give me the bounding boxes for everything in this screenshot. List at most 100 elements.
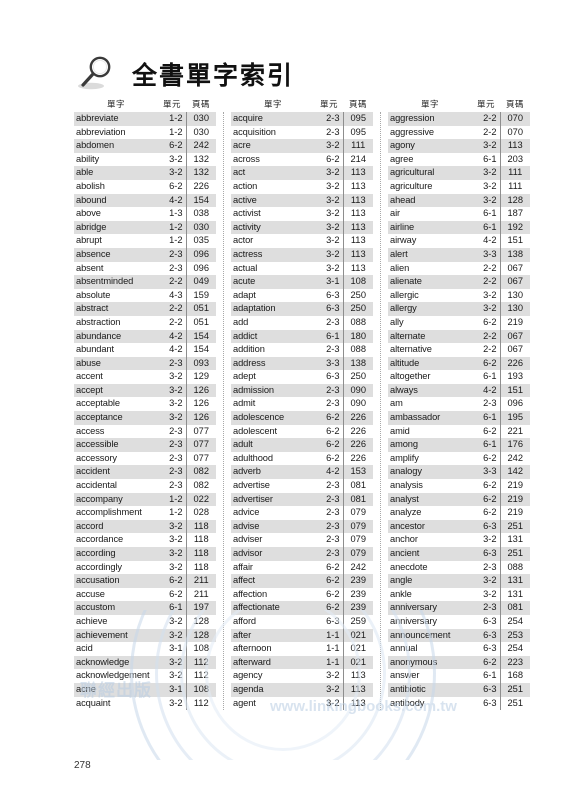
page-header: 全書單字索引 [74, 52, 294, 98]
index-row-page: 113 [343, 247, 373, 262]
index-row-page: 154 [186, 193, 216, 208]
index-row: airline 6-1 192 [388, 220, 530, 235]
index-row: adverb 4-2 153 [231, 465, 373, 480]
index-row-word: able [74, 166, 158, 180]
index-row-unit: 2-3 [158, 451, 187, 466]
index-row-page: 079 [343, 547, 373, 561]
index-row: announcement 6-3 253 [388, 628, 530, 643]
index-row: accordingly 3-2 118 [74, 560, 216, 575]
index-row: anniversary 2-3 081 [388, 601, 530, 615]
index-row-page: 070 [500, 112, 530, 126]
index-row: antibiotic 6-3 251 [388, 682, 530, 697]
index-row-page: 154 [186, 343, 216, 357]
index-row-unit: 4-2 [158, 343, 187, 357]
index-row: abdomen 6-2 242 [74, 139, 216, 153]
index-row: access 2-3 077 [74, 424, 216, 439]
index-row: accent 3-2 129 [74, 370, 216, 384]
index-row: ancestor 6-3 251 [388, 519, 530, 534]
index-row-page: 132 [186, 152, 216, 167]
index-row-word: acknowledgement [74, 669, 158, 683]
index-row-unit: 6-3 [315, 288, 344, 303]
index-row: analyze 6-2 219 [388, 506, 530, 520]
index-row-unit: 2-3 [158, 424, 187, 439]
index-row-page: 226 [343, 451, 373, 466]
index-row: acknowledge 3-2 112 [74, 655, 216, 670]
index-row-word: antibody [388, 696, 472, 711]
index-row: anniversary 6-3 254 [388, 614, 530, 629]
index-row: actor 3-2 113 [231, 234, 373, 248]
index-row-page: 067 [500, 261, 530, 276]
index-table: 單字 單元 頁碼 aggression 2-2 070 aggressive 2-2 07… [388, 98, 530, 711]
index-row-page: 203 [500, 152, 530, 167]
index-row-unit: 3-2 [158, 655, 187, 670]
index-row: absence 2-3 096 [74, 247, 216, 262]
index-row: abstraction 2-2 051 [74, 315, 216, 330]
index-row: action 3-2 113 [231, 179, 373, 194]
index-column-3: 單字 單元 頁碼 aggression 2-2 070 aggressive 2-2 07… [388, 98, 530, 711]
index-row: activist 3-2 113 [231, 207, 373, 221]
index-row-page: 226 [343, 424, 373, 439]
index-row-unit: 2-3 [315, 397, 344, 412]
index-row-unit: 3-2 [472, 574, 501, 588]
index-row-page: 096 [500, 397, 530, 412]
index-row-word: abstract [74, 302, 158, 316]
index-row-unit: 3-2 [158, 547, 187, 561]
index-row-unit: 6-3 [472, 628, 501, 643]
index-row-word: adviser [231, 533, 315, 547]
index-row-word: accidental [74, 479, 158, 493]
index-row-word: ankle [388, 587, 472, 602]
index-row-unit: 2-3 [315, 383, 344, 398]
index-row: accident 2-3 082 [74, 465, 216, 480]
index-row-page: 096 [186, 247, 216, 262]
index-row-page: 118 [186, 547, 216, 561]
index-row-unit: 2-3 [315, 125, 344, 140]
index-row-unit: 3-2 [158, 152, 187, 167]
index-row-word: ahead [388, 193, 472, 208]
index-row-word: accordingly [74, 560, 158, 575]
index-row: adolescent 6-2 226 [231, 424, 373, 439]
index-row-page: 082 [186, 465, 216, 480]
index-row-unit: 6-1 [315, 329, 344, 344]
index-row: alert 3-3 138 [388, 247, 530, 262]
index-row: advisor 2-3 079 [231, 547, 373, 561]
index-row-unit: 3-2 [472, 302, 501, 316]
index-row: admit 2-3 090 [231, 397, 373, 412]
index-row-unit: 3-2 [315, 696, 344, 711]
index-row: according 3-2 118 [74, 547, 216, 561]
index-row-word: amid [388, 424, 472, 439]
index-row-word: absence [74, 247, 158, 262]
index-row-word: active [231, 193, 315, 208]
index-row-page: 038 [186, 207, 216, 221]
index-row-unit: 1-2 [158, 492, 187, 507]
index-row-word: absentminded [74, 275, 158, 289]
index-row-unit: 4-3 [158, 288, 187, 303]
index-row-page: 242 [186, 139, 216, 153]
index-row-word: accustom [74, 601, 158, 615]
index-row-page: 079 [343, 506, 373, 520]
index-row: accomplishment 1-2 028 [74, 506, 216, 520]
index-row-page: 226 [343, 438, 373, 452]
index-row: abolish 6-2 226 [74, 179, 216, 194]
index-row-word: altogether [388, 370, 472, 384]
index-row: abridge 1-2 030 [74, 220, 216, 235]
index-row: ally 6-2 219 [388, 315, 530, 330]
index-row-word: accusation [74, 574, 158, 588]
index-row: abound 4-2 154 [74, 193, 216, 208]
index-row-word: airline [388, 220, 472, 235]
table-header-row: 單字 單元 頁碼 [74, 98, 216, 112]
index-row-page: 095 [343, 112, 373, 126]
index-row: analysis 6-2 219 [388, 479, 530, 493]
index-row: agricultural 3-2 111 [388, 166, 530, 180]
index-row-page: 111 [343, 139, 373, 153]
index-row-page: 132 [186, 166, 216, 180]
index-row-word: allergic [388, 288, 472, 303]
index-row-page: 021 [343, 655, 373, 670]
table-header-row: 單字 單元 頁碼 [231, 98, 373, 112]
index-row-word: agricultural [388, 166, 472, 180]
header-unit: 單元 [476, 100, 495, 110]
index-row-page: 118 [186, 519, 216, 534]
index-row-word: advise [231, 519, 315, 534]
index-row: adviser 2-3 079 [231, 533, 373, 547]
index-row-page: 111 [500, 179, 530, 194]
index-row: aggressive 2-2 070 [388, 125, 530, 140]
